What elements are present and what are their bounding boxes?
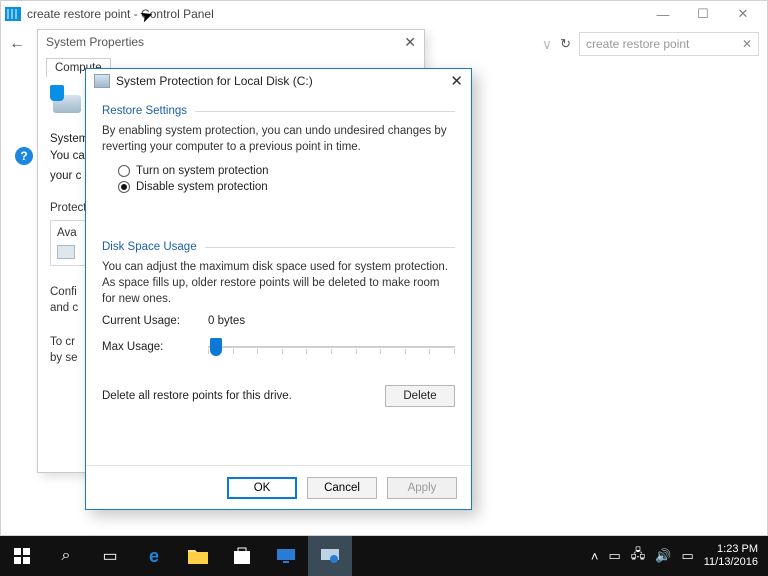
restore-settings-heading: Restore Settings <box>102 105 187 117</box>
dialog-title: System Protection for Local Disk (C:) <box>116 74 313 88</box>
drive-icon <box>57 245 75 259</box>
clear-search-icon[interactable]: ✕ <box>742 37 752 51</box>
slider-thumb-icon[interactable] <box>210 338 222 356</box>
taskbar-app-active[interactable] <box>308 536 352 576</box>
monitor-settings-icon <box>320 547 340 565</box>
maximize-button[interactable]: ☐ <box>683 3 723 25</box>
delete-button[interactable]: Delete <box>385 385 455 407</box>
search-placeholder: create restore point <box>586 37 689 51</box>
task-view-icon: ▭ <box>102 546 117 566</box>
volume-icon[interactable]: 🔊 <box>655 548 671 564</box>
start-button[interactable] <box>0 536 44 576</box>
taskbar-edge[interactable]: e <box>132 536 176 576</box>
battery-icon[interactable]: ▭ <box>608 548 620 564</box>
radio-turn-on-label: Turn on system protection <box>136 165 269 177</box>
current-usage-value: 0 bytes <box>208 315 245 327</box>
windows-logo-icon <box>14 548 30 564</box>
search-input[interactable]: create restore point ✕ <box>579 32 759 56</box>
drive-icon <box>94 74 110 88</box>
restore-settings-desc: By enabling system protection, you can u… <box>102 123 455 155</box>
minimize-button[interactable]: — <box>643 3 683 25</box>
max-usage-label: Max Usage: <box>102 341 196 353</box>
system-protection-dialog: System Protection for Local Disk (C:) ✕ … <box>85 68 472 510</box>
drive-ava-label: Ava <box>57 227 77 239</box>
system-protection-icon <box>50 85 84 119</box>
disk-space-heading: Disk Space Usage <box>102 241 197 253</box>
close-button[interactable]: ✕ <box>723 3 763 25</box>
help-icon[interactable]: ? <box>15 147 33 165</box>
current-usage-label: Current Usage: <box>102 315 196 327</box>
clock-date: 11/13/2016 <box>704 556 758 569</box>
taskbar-file-explorer[interactable] <box>176 536 220 576</box>
control-panel-icon <box>5 7 21 21</box>
action-center-icon[interactable]: ▭ <box>681 548 693 564</box>
radio-disable-label: Disable system protection <box>136 181 268 193</box>
clock-time: 1:23 PM <box>704 543 758 556</box>
system-properties-close-icon[interactable]: ✕ <box>404 34 416 51</box>
monitor-icon <box>276 547 296 565</box>
radio-turn-on[interactable]: Turn on system protection <box>118 165 455 177</box>
apply-button[interactable]: Apply <box>387 477 457 499</box>
edge-icon: e <box>149 546 159 567</box>
control-panel-sidebar: ? <box>1 61 37 501</box>
radio-disable[interactable]: Disable system protection <box>118 181 455 193</box>
taskbar-clock[interactable]: 1:23 PM 11/13/2016 <box>704 543 758 568</box>
task-view[interactable]: ▭ <box>88 536 132 576</box>
tray-chevron-icon[interactable]: ˄ <box>591 549 599 564</box>
taskbar-search[interactable]: ⌕ <box>44 536 88 576</box>
radio-icon <box>118 181 130 193</box>
cancel-button[interactable]: Cancel <box>307 477 377 499</box>
breadcrumb-separator-icon: ∨ <box>542 36 552 53</box>
max-usage-slider[interactable] <box>208 335 455 359</box>
dialog-titlebar: System Protection for Local Disk (C:) ✕ <box>86 69 471 93</box>
dialog-footer: OK Cancel Apply <box>86 465 471 509</box>
back-icon[interactable]: ← <box>9 35 25 53</box>
dialog-close-icon[interactable]: ✕ <box>450 72 463 90</box>
store-icon <box>232 547 252 565</box>
divider <box>205 247 455 248</box>
search-icon: ⌕ <box>62 547 71 565</box>
divider <box>195 111 455 112</box>
refresh-icon[interactable]: ↻ <box>560 36 571 52</box>
folder-icon <box>188 548 208 564</box>
radio-icon <box>118 165 130 177</box>
system-tray: ˄ ▭ 🖧 🔊 ▭ 1:23 PM 11/13/2016 <box>591 543 768 568</box>
control-panel-title: create restore point - Control Panel <box>27 7 214 21</box>
network-icon[interactable]: 🖧 <box>631 545 646 567</box>
system-properties-title: System Properties <box>46 35 144 49</box>
protection-radio-group: Turn on system protection Disable system… <box>118 165 455 193</box>
taskbar-store[interactable] <box>220 536 264 576</box>
taskbar: ⌕ ▭ e ˄ ▭ 🖧 🔊 ▭ 1:23 PM 11/13/2016 <box>0 536 768 576</box>
system-properties-titlebar: System Properties ✕ <box>38 30 424 54</box>
delete-restore-points-desc: Delete all restore points for this drive… <box>102 390 385 402</box>
taskbar-app-1[interactable] <box>264 536 308 576</box>
control-panel-titlebar: create restore point - Control Panel — ☐… <box>1 1 767 27</box>
disk-space-desc: You can adjust the maximum disk space us… <box>102 259 455 307</box>
ok-button[interactable]: OK <box>227 477 297 499</box>
